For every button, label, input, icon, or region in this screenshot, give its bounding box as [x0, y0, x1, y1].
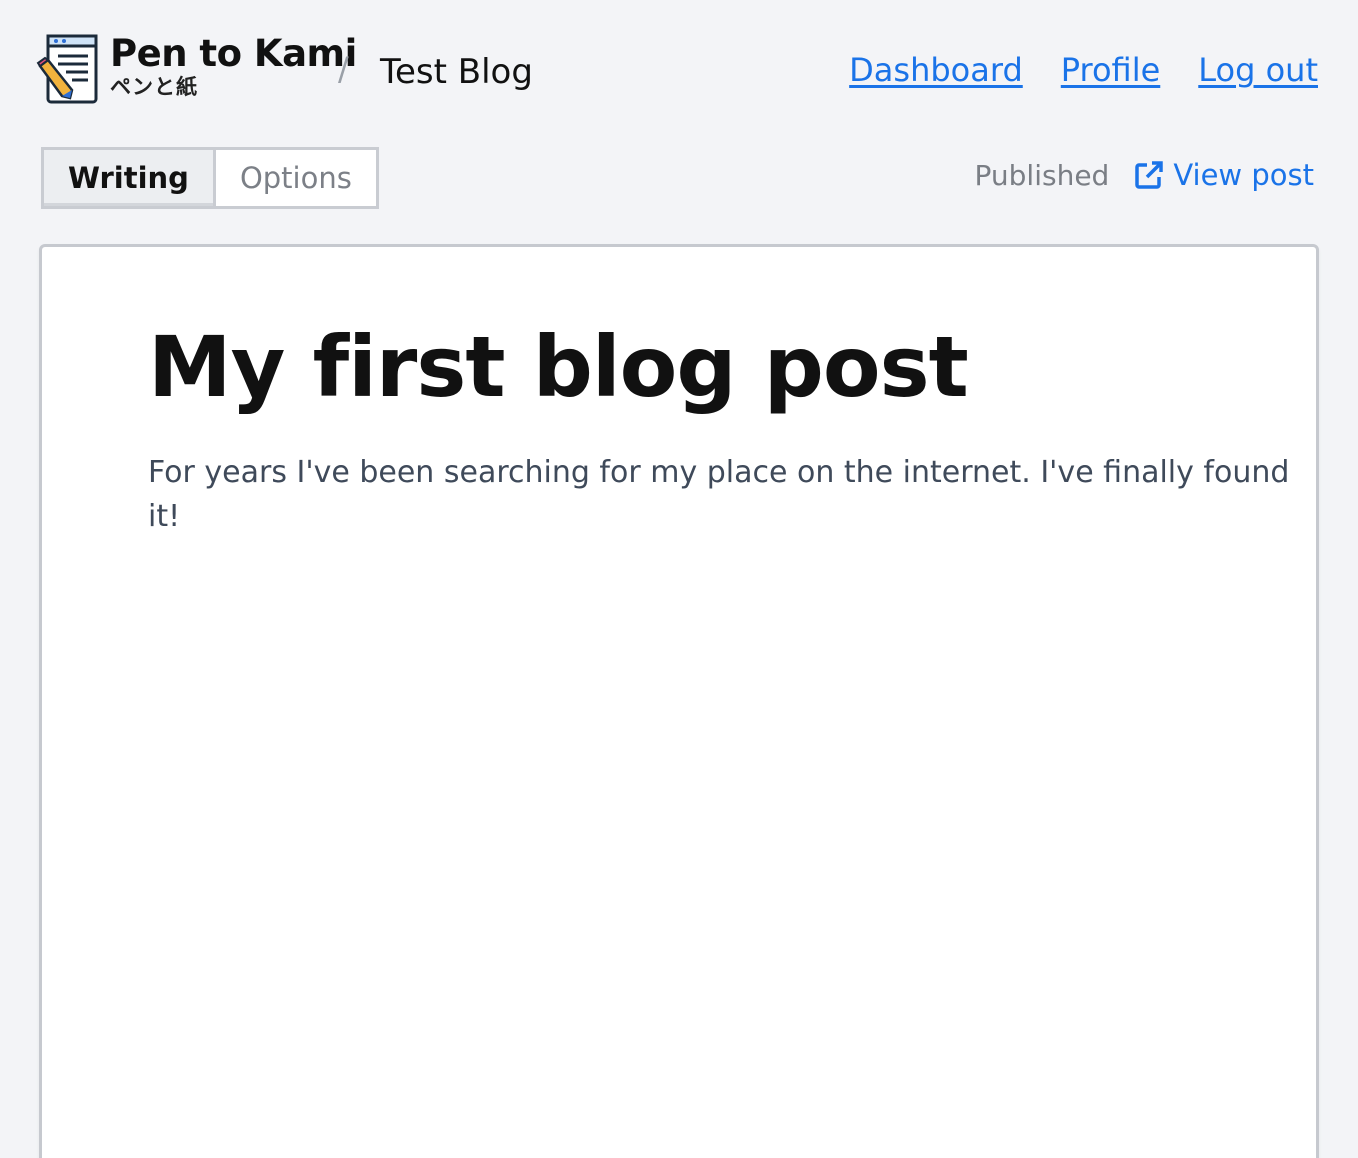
page: Pen to Kami ペンと紙 / Test Blog Dashboard P…: [0, 0, 1358, 1158]
tab-options[interactable]: Options: [216, 150, 376, 206]
breadcrumb-separator: /: [338, 50, 349, 88]
tab-writing[interactable]: Writing: [44, 150, 216, 206]
brand-logo[interactable]: Pen to Kami ペンと紙: [36, 32, 357, 106]
nav-profile-link[interactable]: Profile: [1061, 48, 1161, 92]
post-editor[interactable]: My first blog post For years I've been s…: [39, 244, 1319, 1158]
post-status-bar: Published View post: [975, 158, 1314, 192]
editor-tabs: Writing Options: [41, 147, 379, 209]
view-post-link[interactable]: View post: [1133, 158, 1314, 192]
top-nav: Dashboard Profile Log out: [849, 48, 1318, 92]
blog-name[interactable]: Test Blog: [380, 50, 533, 94]
post-title-field[interactable]: My first blog post: [148, 315, 969, 419]
nav-dashboard-link[interactable]: Dashboard: [849, 48, 1023, 92]
post-body-field[interactable]: For years I've been searching for my pla…: [148, 451, 1316, 539]
status-badge: Published: [974, 158, 1110, 192]
brand-subtitle: ペンと紙: [110, 75, 198, 99]
nav-logout-link[interactable]: Log out: [1198, 48, 1318, 92]
brand-text: Pen to Kami ペンと紙: [110, 32, 357, 98]
notepad-pencil-icon: [36, 34, 98, 104]
brand-name: Pen to Kami: [110, 32, 357, 75]
view-post-label: View post: [1173, 158, 1314, 192]
external-link-icon: [1135, 161, 1164, 189]
